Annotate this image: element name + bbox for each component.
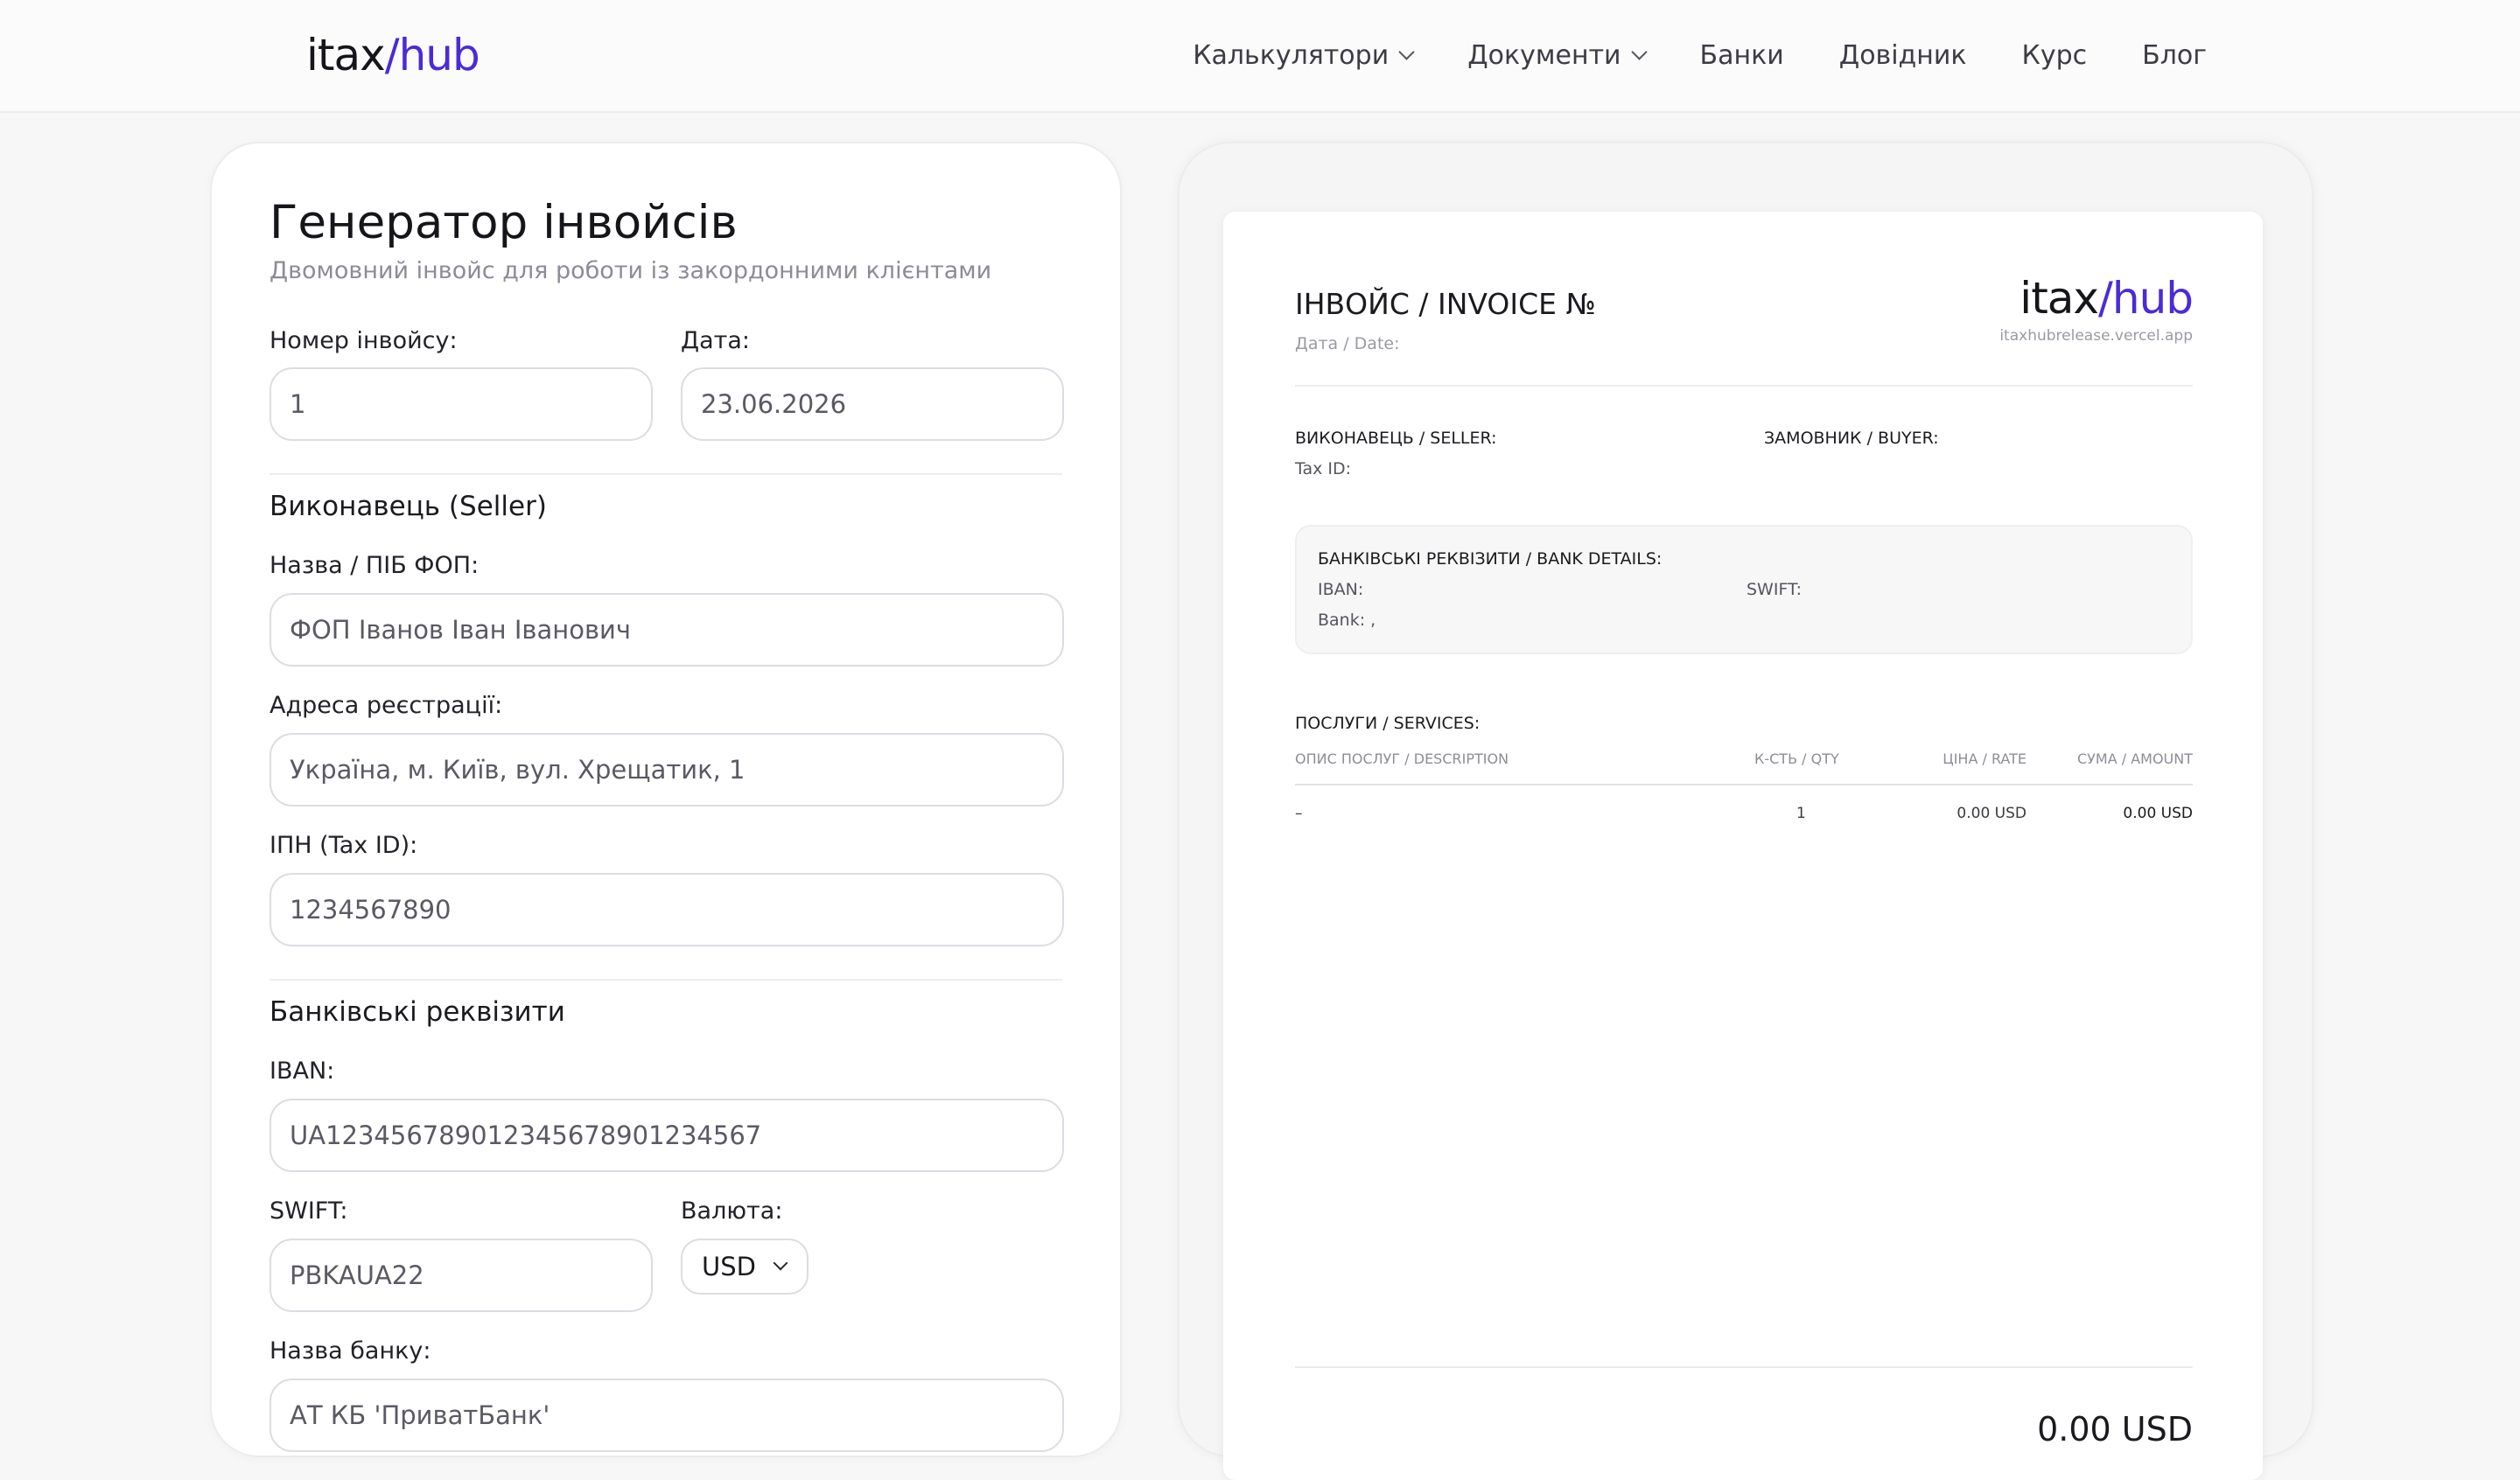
seller-tax-id: Tax ID: — [1295, 459, 1352, 478]
bank-name-input[interactable]: АТ КБ 'ПриватБанк' — [270, 1379, 1064, 1452]
nav-item-documents[interactable]: Документи — [1467, 40, 1648, 71]
chevron-down-icon — [1398, 44, 1415, 60]
invoice-date-label: Дата / Date: — [1295, 334, 1400, 353]
column-header-amount: СУМА / AMOUNT — [2076, 750, 2193, 767]
buyer-heading: ЗАМОВНИК / BUYER: — [1764, 429, 1939, 448]
row-qty: 1 — [1796, 805, 1806, 822]
invoice-number-label: Номер інвойсу: — [270, 327, 458, 354]
nav-item-calculators[interactable]: Калькулятори — [1193, 40, 1415, 71]
nav-item-blog[interactable]: Блог — [2142, 40, 2207, 71]
invoice-site-url: itaxhubrelease.vercel.app — [1999, 327, 2193, 345]
iban-label: IBAN: — [270, 1058, 335, 1085]
invoice-number-input[interactable]: 1 — [270, 367, 653, 441]
services-heading: ПОСЛУГИ / SERVICES: — [1295, 714, 1480, 733]
row-description: – — [1295, 805, 1303, 822]
bank-details-heading: БАНКІВСЬКІ РЕКВІЗИТИ / BANK DETAILS: — [1318, 549, 1662, 569]
invoice-title: ІНВОЙС / INVOICE № — [1295, 287, 1596, 321]
date-input[interactable]: 23.06.2026 — [681, 367, 1064, 441]
bank-section-title: Банківські реквізити — [270, 996, 565, 1028]
column-header-description: ОПИС ПОСЛУГ / DESCRIPTION — [1295, 750, 1509, 767]
tax-id-input[interactable]: 1234567890 — [270, 873, 1064, 946]
itaxhub-logo[interactable]: itax/hub — [306, 26, 480, 84]
divider — [270, 979, 1062, 981]
chevron-down-icon — [773, 1255, 788, 1271]
divider — [270, 473, 1062, 475]
bank-swift: SWIFT: — [1746, 580, 1802, 599]
swift-label: SWIFT: — [270, 1197, 348, 1225]
bank-details-box: БАНКІВСЬКІ РЕКВІЗИТИ / BANK DETAILS: IBA… — [1295, 525, 2193, 654]
column-header-rate: ЦІНА / RATE — [1942, 750, 2026, 767]
bank-name: Bank: , — [1318, 611, 1376, 630]
main-nav: Калькулятори Документи Банки Довідник Ку… — [1138, 0, 2207, 111]
column-header-qty: К-СТЬ / QTY — [1754, 750, 1839, 767]
top-navigation-bar: itax/hub Калькулятори Документи Банки До… — [0, 0, 2520, 113]
address-label: Адреса реєстрації: — [270, 692, 503, 719]
nav-item-reference[interactable]: Довідник — [1839, 40, 1967, 71]
seller-heading: ВИКОНАВЕЦЬ / SELLER: — [1295, 429, 1497, 448]
divider — [1295, 1366, 2193, 1368]
invoice-logo: itax/hub — [2020, 273, 2194, 324]
nav-item-banks[interactable]: Банки — [1700, 40, 1784, 71]
invoice-form-card: Генератор інвойсів Двомовний інвойс для … — [210, 142, 1122, 1457]
row-amount: 0.00 USD — [2123, 805, 2193, 822]
divider — [1295, 784, 2193, 785]
seller-section-title: Виконавець (Seller) — [270, 491, 547, 522]
invoice-total: 0.00 USD — [2037, 1410, 2193, 1449]
invoice-preview-document: ІНВОЙС / INVOICE № Дата / Date: itax/hub… — [1223, 212, 2263, 1480]
chevron-down-icon — [1630, 44, 1648, 60]
bank-name-label: Назва банку: — [270, 1337, 431, 1365]
row-rate: 0.00 USD — [1956, 805, 2026, 822]
name-label: Назва / ПІБ ФОП: — [270, 552, 480, 579]
currency-select[interactable]: USD — [681, 1239, 808, 1295]
currency-label: Валюта: — [681, 1197, 783, 1225]
nav-item-rate[interactable]: Курс — [2022, 40, 2088, 71]
tax-id-label: ІПН (Tax ID): — [270, 832, 418, 859]
divider — [1295, 385, 2193, 387]
seller-address-input[interactable]: Україна, м. Київ, вул. Хрещатик, 1 — [270, 733, 1064, 806]
bank-iban: IBAN: — [1318, 580, 1364, 599]
page-subtitle: Двомовний інвойс для роботи із закордонн… — [270, 257, 992, 284]
iban-input[interactable]: UA123456789012345678901234567 — [270, 1099, 1064, 1172]
date-label: Дата: — [681, 327, 751, 354]
page-title: Генератор інвойсів — [270, 196, 738, 249]
swift-input[interactable]: PBKAUA22 — [270, 1239, 653, 1312]
seller-name-input[interactable]: ФОП Іванов Іван Іванович — [270, 593, 1064, 667]
